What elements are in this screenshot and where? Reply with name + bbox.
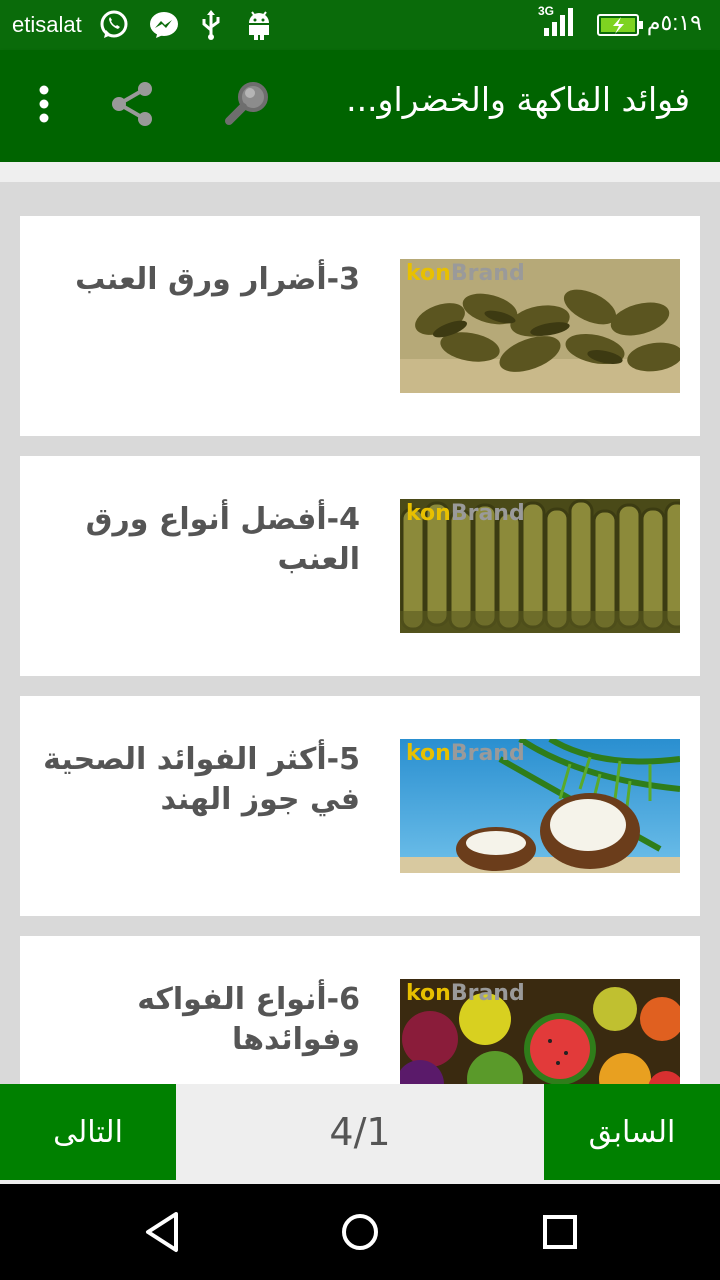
list-item[interactable]: konBrand 3-أضرار ورق العنب — [20, 216, 700, 436]
overflow-menu-icon — [39, 85, 49, 123]
signal-icon: 3G — [534, 4, 580, 38]
recents-button[interactable] — [530, 1204, 590, 1260]
next-button[interactable]: التالى — [0, 1084, 176, 1180]
battery-charging-icon — [596, 8, 646, 42]
watermark: konBrand — [406, 981, 525, 1006]
pager: التالى 4/1 السابق — [0, 1084, 720, 1184]
share-icon — [112, 82, 152, 126]
network-type: 3G — [538, 4, 554, 18]
overflow-menu-button[interactable] — [12, 72, 76, 136]
watermark-brand: Brand — [450, 261, 525, 286]
article-title: 6-أنواع الفواكه وفوائدها — [137, 982, 360, 1057]
article-thumbnail: konBrand — [400, 499, 680, 633]
article-title: 3-أضرار ورق العنب — [75, 262, 360, 297]
system-nav-bar — [0, 1184, 720, 1280]
watermark-brand: Brand — [450, 981, 525, 1006]
back-icon — [146, 1212, 178, 1252]
recents-icon — [543, 1215, 577, 1249]
article-title: 4-أفضل أنواع ورق العنب — [85, 502, 360, 577]
list-item[interactable]: konBrand 6-أنواع الفواكه وفوائدها — [20, 936, 700, 1084]
whatsapp-icon — [96, 8, 132, 42]
list-item[interactable]: konBrand 4-أفضل أنواع ورق العنب — [20, 456, 700, 676]
article-list[interactable]: konBrand 3-أضرار ورق العنب konBrand 4-أف… — [0, 182, 720, 1084]
home-button[interactable] — [330, 1204, 390, 1260]
home-icon — [342, 1214, 378, 1250]
app-bar: فوائد الفاكهة والخضراو... — [0, 50, 720, 162]
divider — [0, 162, 720, 182]
page-indicator: 4/1 — [329, 1110, 391, 1154]
watermark-brand: Brand — [450, 741, 525, 766]
article-thumbnail: konBrand — [400, 979, 680, 1084]
previous-button[interactable]: السابق — [544, 1084, 720, 1180]
watermark: konBrand — [406, 261, 525, 286]
share-button[interactable] — [100, 72, 164, 136]
article-thumbnail: konBrand — [400, 259, 680, 393]
watermark: konBrand — [406, 501, 525, 526]
article-title: 5-أكثر الفوائد الصحية في جوز الهند — [43, 742, 360, 817]
watermark-brand: Brand — [450, 501, 525, 526]
search-icon — [225, 82, 268, 125]
messenger-icon — [146, 8, 182, 42]
usb-icon — [198, 8, 224, 42]
page-title: فوائد الفاكهة والخضراو... — [346, 80, 690, 119]
list-item[interactable]: konBrand 5-أكثر الفوائد الصحية في جوز ال… — [20, 696, 700, 916]
carrier-name: etisalat — [12, 12, 82, 37]
search-button[interactable] — [216, 72, 280, 136]
android-icon — [244, 8, 274, 42]
back-button[interactable] — [132, 1204, 192, 1260]
article-thumbnail: konBrand — [400, 739, 680, 873]
watermark: konBrand — [406, 741, 525, 766]
status-bar: etisalat 3G ٥:١٩م — [0, 0, 720, 50]
clock: ٥:١٩م — [646, 10, 702, 35]
